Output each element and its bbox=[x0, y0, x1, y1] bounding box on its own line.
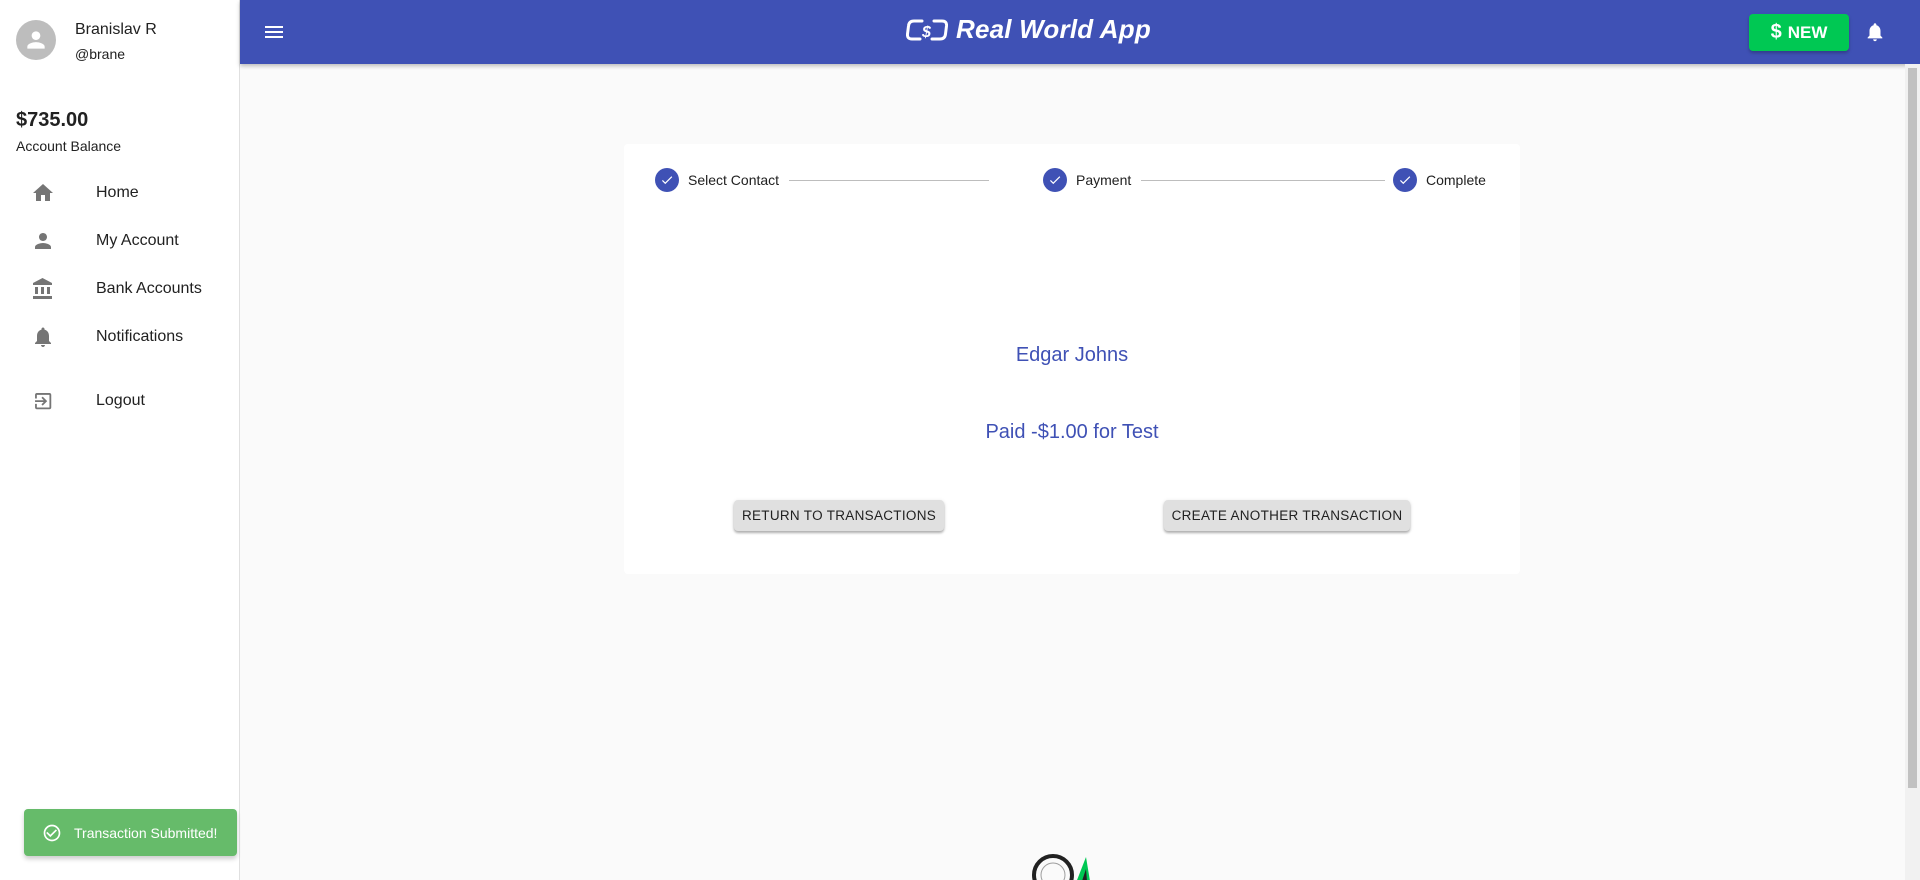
step-label: Payment bbox=[1076, 172, 1132, 188]
person-icon bbox=[31, 229, 55, 253]
cypress-logo-icon bbox=[1032, 854, 1090, 880]
footer-logo bbox=[1030, 853, 1102, 880]
check-icon bbox=[1043, 168, 1067, 192]
dollar-icon: $ bbox=[1770, 21, 1782, 43]
transaction-stepper: Select Contact Payment Complete bbox=[655, 168, 1489, 192]
user-full-name: Branislav R bbox=[75, 21, 157, 38]
step-select-contact: Select Contact bbox=[655, 168, 779, 192]
check-icon bbox=[655, 168, 679, 192]
sidebar-item-label: Logout bbox=[96, 392, 145, 409]
balance-amount: $735.00 bbox=[16, 109, 89, 131]
toast-message: Transaction Submitted! bbox=[74, 824, 218, 841]
menu-button[interactable] bbox=[262, 20, 286, 44]
sidebar: Branislav R @brane $735.00 Account Balan… bbox=[0, 0, 240, 880]
new-transaction-button[interactable]: $ NEW bbox=[1749, 14, 1849, 51]
logout-icon bbox=[31, 389, 55, 413]
scrollbar-thumb[interactable] bbox=[1908, 68, 1917, 788]
svg-text:$: $ bbox=[921, 24, 932, 41]
sidebar-item-my-account[interactable]: My Account bbox=[0, 217, 239, 265]
sidebar-item-label: Home bbox=[96, 184, 139, 201]
sidebar-item-label: My Account bbox=[96, 232, 179, 249]
app-brand[interactable]: $ Real World App bbox=[906, 14, 1151, 45]
recipient-name: Edgar Johns bbox=[1015, 344, 1129, 366]
app-header: $ Real World App $ NEW bbox=[240, 0, 1920, 64]
sidebar-item-bank-accounts[interactable]: Bank Accounts bbox=[0, 265, 239, 313]
person-icon bbox=[27, 31, 45, 49]
step-complete: Complete bbox=[1393, 168, 1486, 192]
transaction-complete-card: Select Contact Payment Complete Edgar Jo… bbox=[624, 144, 1520, 574]
check-circle-icon bbox=[43, 824, 61, 841]
account-balance: $735.00 Account Balance bbox=[16, 108, 121, 154]
app-title: Real World App bbox=[956, 14, 1151, 44]
step-payment: Payment bbox=[1043, 168, 1131, 192]
step-connector bbox=[1141, 180, 1385, 181]
sidebar-nav: Home My Account Bank Accounts Notificati… bbox=[0, 169, 239, 425]
sidebar-item-label: Bank Accounts bbox=[96, 280, 202, 297]
success-toast: Transaction Submitted! bbox=[24, 809, 237, 856]
rwa-logo-icon: $ bbox=[906, 19, 948, 41]
payment-summary: Paid -$1.00 for Test bbox=[985, 421, 1159, 443]
bell-icon bbox=[31, 325, 55, 349]
new-button-label: NEW bbox=[1787, 22, 1828, 42]
balance-label: Account Balance bbox=[16, 138, 122, 154]
vertical-scrollbar[interactable] bbox=[1905, 64, 1920, 880]
return-to-transactions-button[interactable]: RETURN TO TRANSACTIONS bbox=[734, 500, 944, 531]
sidebar-item-logout[interactable]: Logout bbox=[0, 377, 239, 425]
home-icon bbox=[31, 181, 55, 205]
step-connector bbox=[789, 180, 989, 181]
check-icon bbox=[1393, 168, 1417, 192]
step-label: Complete bbox=[1426, 172, 1486, 188]
step-label: Select Contact bbox=[688, 172, 780, 188]
bank-icon bbox=[31, 277, 55, 301]
nav-divider bbox=[0, 361, 239, 377]
bell-icon bbox=[1867, 23, 1883, 42]
notifications-button[interactable] bbox=[1863, 20, 1887, 44]
create-another-transaction-button[interactable]: CREATE ANOTHER TRANSACTION bbox=[1164, 500, 1410, 531]
avatar[interactable] bbox=[16, 20, 56, 60]
sidebar-item-notifications[interactable]: Notifications bbox=[0, 313, 239, 361]
user-block: Branislav R @brane bbox=[16, 20, 157, 63]
sidebar-item-home[interactable]: Home bbox=[0, 169, 239, 217]
hamburger-icon bbox=[265, 26, 283, 38]
user-handle: @brane bbox=[75, 46, 126, 62]
sidebar-item-label: Notifications bbox=[96, 328, 184, 345]
